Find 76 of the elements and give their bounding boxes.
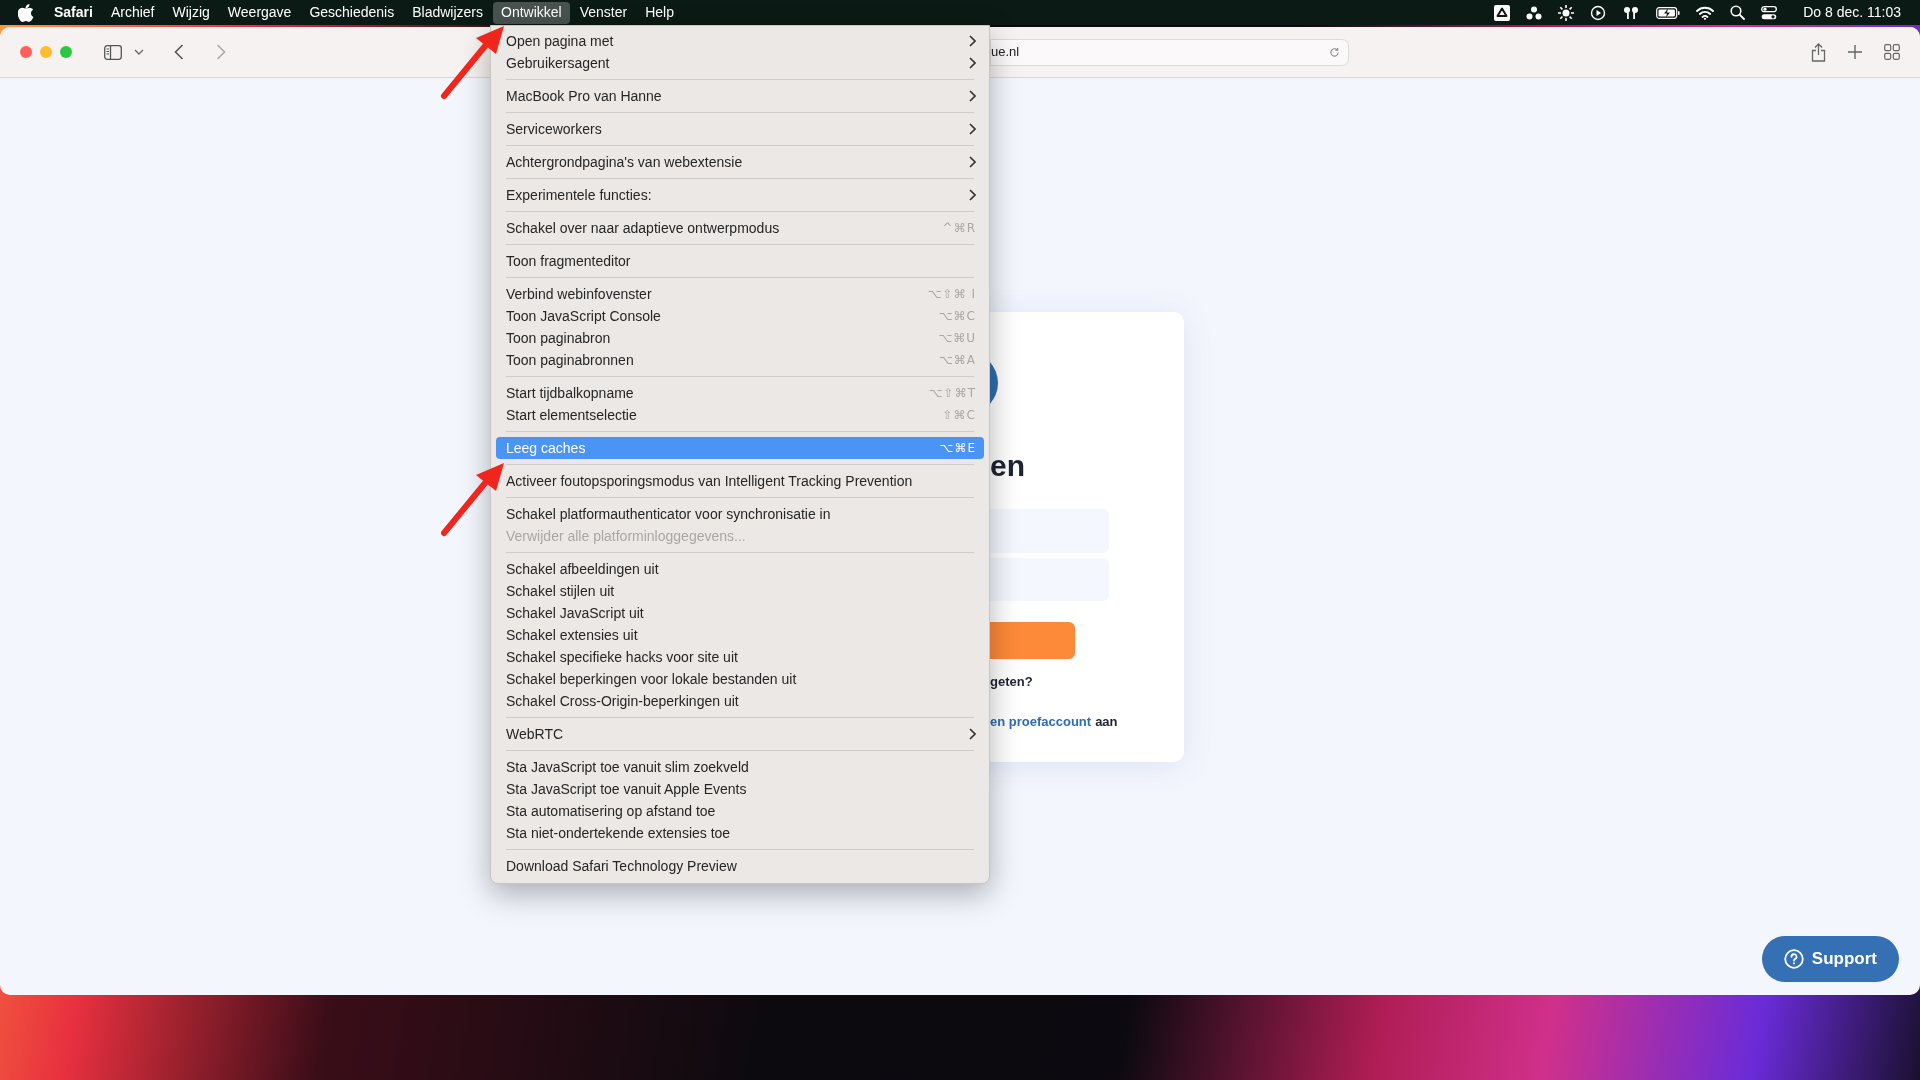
battery-charging-icon[interactable] [1656,6,1681,19]
shortcut-text: ⇧⌘C [942,407,976,424]
sidebar-icon[interactable] [104,44,122,60]
chevron-down-icon[interactable] [134,49,144,55]
sun-icon[interactable] [1558,4,1575,21]
menu-item[interactable]: Sta JavaScript toe vanuit Apple Events [496,778,984,800]
menu-bar-item[interactable]: Safari [46,1,101,24]
menu-item[interactable]: Achtergrondpagina's van webextensie [496,151,984,173]
menu-bar-item[interactable]: Archief [102,1,163,24]
close-button[interactable] [20,46,32,58]
menu-item[interactable]: Sta automatisering op afstand toe [496,800,984,822]
input-field[interactable] [990,558,1109,601]
login-heading: en [990,449,1025,483]
menu-bar-clock[interactable]: Do 8 dec. 11:03 [1803,2,1901,23]
menu-item[interactable]: Schakel Cross-Origin-beperkingen uit [496,690,984,712]
shortcut-text: ⌥⌘C [938,308,976,325]
menu-item[interactable]: Schakel stijlen uit [496,580,984,602]
menu-item[interactable]: Download Safari Technology Preview [496,855,984,877]
new-tab-icon[interactable] [1848,45,1862,59]
menu-item[interactable]: Gebruikersagent [496,52,984,74]
tab-overview-icon[interactable] [1884,44,1900,60]
menu-item[interactable]: Schakel afbeeldingen uit [496,558,984,580]
menu-item[interactable]: WebRTC [496,723,984,745]
reload-icon[interactable] [1329,46,1340,58]
menu-item[interactable]: Start elementselectie ⇧⌘C [496,404,984,426]
menu-item[interactable]: MacBook Pro van Hanne [496,85,984,107]
wifi-icon[interactable] [1696,5,1715,20]
menu-item[interactable]: Schakel extensies uit [496,624,984,646]
shortcut-text: ⌥⇧⌘T [928,385,976,402]
menu-item[interactable]: Schakel platformauthenticator voor synchronisatie in [496,503,984,525]
drive-icon[interactable] [1494,4,1511,21]
menu-item[interactable]: Schakel specifieke hacks voor site uit [496,646,984,668]
menu-bar-item[interactable]: Help [637,1,682,24]
earbuds-icon[interactable] [1622,5,1641,20]
help-icon [1783,949,1804,969]
menu-item[interactable]: Open pagina met [496,30,984,52]
menu-bar-item[interactable]: Ontwikkel [493,1,570,24]
menu-item[interactable]: Schakel JavaScript uit [496,602,984,624]
play-circle-icon[interactable] [1590,4,1607,21]
support-button[interactable]: Support [1761,936,1899,982]
forgot-password-link[interactable]: geten? [990,673,1033,691]
address-text: ue.nl [991,43,1020,62]
shortcut-text: ⌥⌘E [939,440,976,457]
menu-item[interactable]: Sta niet-ondertekende extensies toe [496,822,984,844]
menu-item[interactable]: Start tijdbalkopname ⌥⇧⌘T [496,382,984,404]
menu-bar-item[interactable]: Venster [571,1,636,24]
menu-bar-item[interactable]: Weergave [219,1,300,24]
signup-text: aan [1095,713,1118,731]
trial-account-link[interactable]: en proefaccount [990,713,1092,731]
menu-bar-item[interactable]: Bladwijzers [404,1,492,24]
shortcut-text: ⌥⌘U [938,330,976,347]
menu-bar-item[interactable]: Geschiedenis [301,1,403,24]
shortcut-text: ⌥⌘A [938,352,976,369]
menu-item[interactable]: Toon fragmenteditor [496,250,984,272]
menu-bar-item[interactable]: Wijzig [164,1,218,24]
menu-item[interactable]: Verbind webinfovenster ⌥⇧⌘ I [496,283,984,305]
menu-item[interactable]: Serviceworkers [496,118,984,140]
menu-item[interactable]: Toon paginabronnen ⌥⌘A [496,349,984,371]
apple-logo-icon[interactable] [18,3,34,22]
menu-item[interactable]: Schakel beperkingen voor lokale bestanden uit [496,668,984,690]
dots-icon[interactable] [1526,5,1543,20]
menu-item[interactable]: Sta JavaScript toe vanuit slim zoekveld [496,756,984,778]
menu-item[interactable]: Activeer foutopsporingsmodus van Intelligent Tracking Prevention [496,470,984,492]
menu-item[interactable]: Toon paginabron ⌥⌘U [496,327,984,349]
input-field[interactable] [990,509,1109,553]
address-field[interactable]: ue.nl [990,38,1349,66]
menu-item: Verwijder alle platforminloggegevens... [505,526,747,546]
search-icon[interactable] [1730,5,1746,20]
menu-item[interactable]: Experimentele functies: [496,184,984,206]
menu-item[interactable]: Toon JavaScript Console ⌥⌘C [496,305,984,327]
shortcut-text: ^⌘R [942,220,976,237]
back-icon[interactable] [174,44,184,60]
menu-item[interactable]: Schakel over naar adaptieve ontwerpmodus ^⌘R [496,217,984,239]
control-center-icon[interactable] [1761,5,1778,20]
share-icon[interactable] [1811,42,1826,62]
shortcut-text: ⌥⇧⌘ I [927,286,976,303]
